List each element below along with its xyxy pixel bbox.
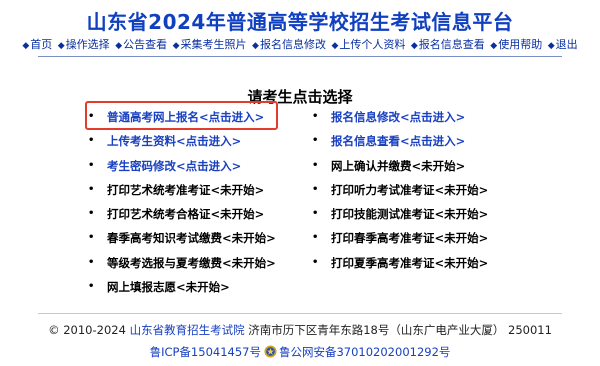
list-item-view-registration[interactable]: • 报名信息查看<点击进入>	[312, 134, 488, 158]
footer-divider	[38, 313, 562, 314]
nav-item-help[interactable]: ◆使用帮助	[490, 38, 542, 51]
address-text: 济南市历下区青年东路18号（山东广电产业大厦） 250011	[248, 323, 552, 337]
option-link[interactable]: 普通高考网上报名<点击进入>	[107, 110, 264, 124]
list-item-online-registration[interactable]: • 普通高考网上报名<点击进入>	[88, 110, 276, 134]
police-badge-icon	[264, 345, 277, 358]
header-divider	[38, 56, 562, 57]
footer-registration: 鲁ICP备15041457号 鲁公网安备37010202001292号	[0, 344, 600, 360]
copyright-text: © 2010-2024	[48, 323, 126, 337]
nav-link[interactable]: 首页	[30, 38, 52, 51]
option-text: 网上填报志愿<未开始>	[107, 280, 230, 295]
nav-link[interactable]: 上传个人资料	[339, 38, 405, 51]
nav-item-view-registration[interactable]: ◆报名信息查看	[411, 38, 485, 51]
nav-link[interactable]: 公告查看	[123, 38, 167, 51]
page-title: 山东省2024年普通高等学校招生考试信息平台	[86, 10, 514, 34]
bullet-icon: •	[312, 159, 319, 171]
nav-link[interactable]: 采集考生照片	[181, 38, 247, 51]
nav-link[interactable]: 报名信息修改	[260, 38, 326, 51]
option-text: 打印听力考试准考证<未开始>	[331, 182, 489, 197]
bullet-icon: •	[312, 183, 319, 195]
option-text: 打印艺术统考准考证<未开始>	[107, 182, 265, 197]
list-item-spring-exam-fee: • 春季高考知识考试缴费<未开始>	[88, 231, 276, 255]
option-text: 打印艺术统考合格证<未开始>	[107, 207, 265, 222]
bullet-icon: •	[88, 208, 95, 220]
option-text: 网上确认并缴费<未开始>	[331, 158, 466, 173]
option-text: 等级考选报与夏考缴费<未开始>	[107, 255, 276, 270]
list-item-application-volunteer: • 网上填报志愿<未开始>	[88, 280, 276, 304]
nav-item-edit-registration[interactable]: ◆报名信息修改	[252, 38, 326, 51]
list-item-change-password[interactable]: • 考生密码修改<点击进入>	[88, 159, 276, 183]
list-item-skill-test-ticket: • 打印技能测试准考证<未开始>	[312, 207, 488, 231]
nav-item-announcements[interactable]: ◆公告查看	[115, 38, 167, 51]
bullet-icon: •	[312, 208, 319, 220]
option-link[interactable]: 上传考生资料<点击进入>	[107, 134, 241, 148]
icp-link[interactable]: 鲁ICP备15041457号	[150, 345, 261, 359]
bullet-icon: •	[88, 135, 95, 147]
nav-link[interactable]: 使用帮助	[498, 38, 542, 51]
diamond-icon: ◆	[172, 41, 180, 51]
bullet-icon: •	[88, 159, 95, 171]
option-link[interactable]: 考生密码修改<点击进入>	[107, 159, 241, 173]
option-text: 打印技能测试准考证<未开始>	[331, 207, 489, 222]
diamond-icon: ◆	[410, 41, 418, 51]
nav-item-upload-documents[interactable]: ◆上传个人资料	[331, 38, 405, 51]
diamond-icon: ◆	[490, 41, 498, 51]
list-item-upload-materials[interactable]: • 上传考生资料<点击进入>	[88, 134, 276, 158]
bullet-icon: •	[312, 111, 319, 122]
bullet-icon: •	[88, 232, 95, 244]
list-item-summer-exam-ticket: • 打印夏季高考准考证<未开始>	[312, 256, 488, 280]
left-option-list: • 普通高考网上报名<点击进入> • 上传考生资料<点击进入> • 考生密码修改<点击…	[88, 110, 276, 304]
nav-item-logout[interactable]: ◆退出	[548, 38, 578, 51]
bullet-icon: •	[312, 232, 319, 244]
list-item-art-exam-ticket: • 打印艺术统考准考证<未开始>	[88, 183, 276, 207]
bullet-icon: •	[88, 111, 95, 122]
list-item-level-exam-selection: • 等级考选报与夏考缴费<未开始>	[88, 256, 276, 280]
option-link[interactable]: 报名信息修改<点击进入>	[331, 110, 465, 124]
right-option-list: • 报名信息修改<点击进入> • 报名信息查看<点击进入> • 网上确认并缴费<未开始…	[312, 110, 488, 280]
police-record-link[interactable]: 鲁公网安备37010202001292号	[279, 345, 450, 359]
nav-item-photo-capture[interactable]: ◆采集考生照片	[173, 38, 247, 51]
diamond-icon: ◆	[252, 41, 259, 51]
bullet-icon: •	[312, 256, 319, 268]
bullet-icon: •	[312, 135, 319, 147]
list-item-spring-exam-ticket: • 打印春季高考准考证<未开始>	[312, 231, 488, 255]
list-item-confirm-payment: • 网上确认并缴费<未开始>	[312, 159, 488, 183]
option-link[interactable]: 报名信息查看<点击进入>	[331, 134, 465, 148]
nav-link[interactable]: 操作选择	[66, 38, 110, 51]
bullet-icon: •	[88, 183, 95, 195]
list-item-listening-exam-ticket: • 打印听力考试准考证<未开始>	[312, 183, 488, 207]
diamond-icon: ◆	[115, 41, 123, 51]
bullet-icon: •	[88, 256, 95, 268]
top-nav: ◆首页 ◆操作选择 ◆公告查看 ◆采集考生照片 ◆报名信息修改 ◆上传个人资料 …	[0, 36, 600, 52]
nav-item-operation-select[interactable]: ◆操作选择	[58, 38, 110, 51]
diamond-icon: ◆	[22, 41, 30, 51]
footer-info: © 2010-2024 山东省教育招生考试院 济南市历下区青年东路18号（山东广…	[0, 322, 600, 338]
org-link[interactable]: 山东省教育招生考试院	[130, 323, 245, 337]
list-item-art-exam-certificate: • 打印艺术统考合格证<未开始>	[88, 207, 276, 231]
option-text: 打印夏季高考准考证<未开始>	[331, 255, 489, 270]
diamond-icon: ◆	[331, 41, 339, 51]
nav-link[interactable]: 退出	[556, 38, 578, 51]
bullet-icon: •	[88, 281, 95, 293]
option-text: 春季高考知识考试缴费<未开始>	[107, 231, 276, 246]
option-text: 打印春季高考准考证<未开始>	[331, 231, 489, 246]
list-item-edit-registration[interactable]: • 报名信息修改<点击进入>	[312, 110, 488, 134]
nav-link[interactable]: 报名信息查看	[419, 38, 485, 51]
nav-item-home[interactable]: ◆首页	[22, 38, 52, 51]
diamond-icon: ◆	[57, 41, 65, 51]
diamond-icon: ◆	[547, 41, 555, 51]
